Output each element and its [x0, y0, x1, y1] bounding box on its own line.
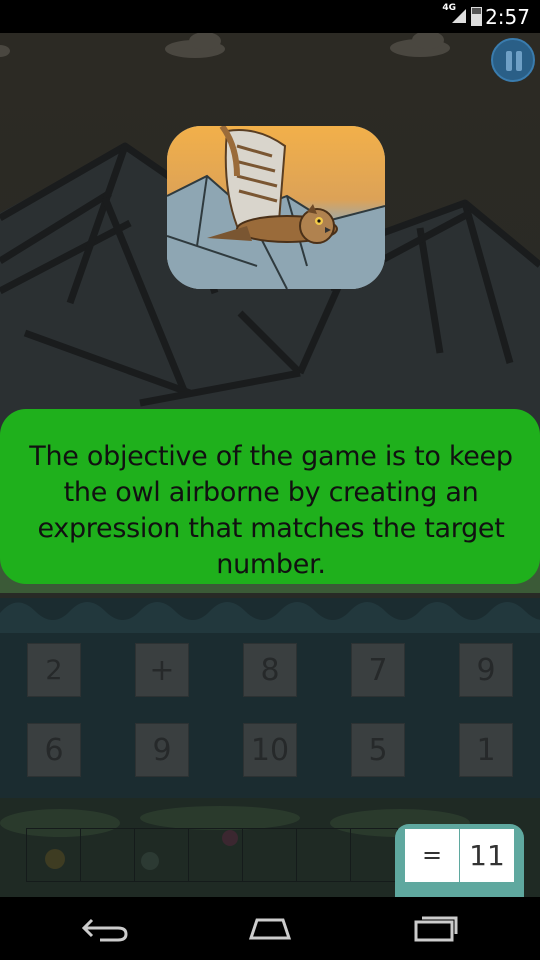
- expression-slot[interactable]: [27, 829, 81, 881]
- status-bar: 4G 2:57: [0, 0, 540, 33]
- tile-3[interactable]: 8: [243, 643, 297, 697]
- tile-4[interactable]: 7: [351, 643, 405, 697]
- owl-illustration: [167, 126, 385, 289]
- home-icon[interactable]: [245, 912, 295, 944]
- tile-5[interactable]: 9: [459, 643, 513, 697]
- expression-slot[interactable]: [135, 829, 189, 881]
- clock: 2:57: [485, 5, 530, 29]
- expression-slot[interactable]: [243, 829, 297, 881]
- owl-card: [167, 126, 385, 289]
- navigation-bar: [0, 897, 540, 960]
- tile-8[interactable]: 10: [243, 723, 297, 777]
- pause-button[interactable]: [491, 38, 535, 82]
- expression-slot[interactable]: [297, 829, 351, 881]
- tile-10[interactable]: 1: [459, 723, 513, 777]
- recents-icon[interactable]: [410, 912, 460, 944]
- back-icon[interactable]: [80, 912, 130, 944]
- tile-7[interactable]: 9: [135, 723, 189, 777]
- tile-6[interactable]: 6: [27, 723, 81, 777]
- game-screen: 4G 2:57 The objective of the game is to …: [0, 0, 540, 960]
- signal-icon: [452, 9, 466, 23]
- expression-slot[interactable]: [81, 829, 135, 881]
- tile-9[interactable]: 5: [351, 723, 405, 777]
- pause-icon: [506, 51, 512, 71]
- tutorial-text: The objective of the game is to keep the…: [29, 441, 513, 580]
- target-number: 11: [460, 829, 514, 882]
- tutorial-message[interactable]: The objective of the game is to keep the…: [0, 409, 540, 584]
- tile-1[interactable]: 2: [27, 643, 81, 697]
- expression-slot[interactable]: [189, 829, 243, 881]
- battery-icon: [471, 7, 482, 26]
- expression-bar: [26, 828, 398, 882]
- equals-sign: =: [405, 829, 459, 882]
- tile-2[interactable]: +: [135, 643, 189, 697]
